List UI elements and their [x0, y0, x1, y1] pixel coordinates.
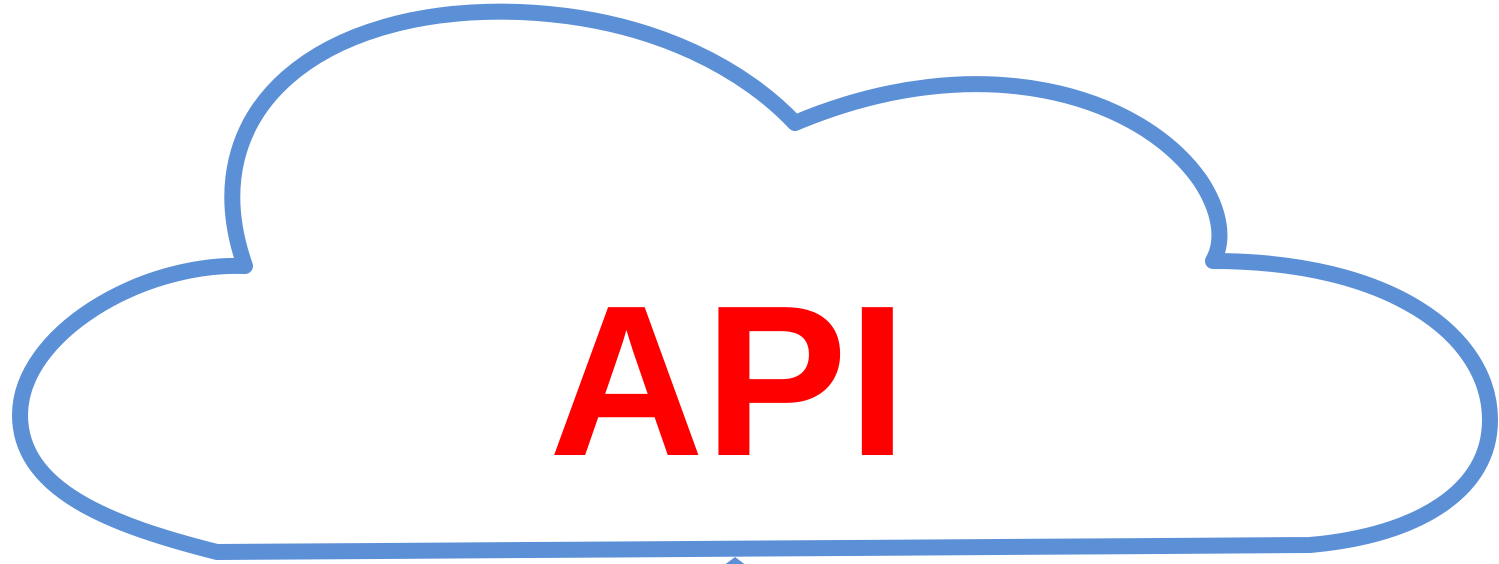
- cloud-label: API: [549, 260, 907, 501]
- arrow-up-icon: [725, 557, 745, 564]
- diagram-canvas: API: [12, 3, 1498, 564]
